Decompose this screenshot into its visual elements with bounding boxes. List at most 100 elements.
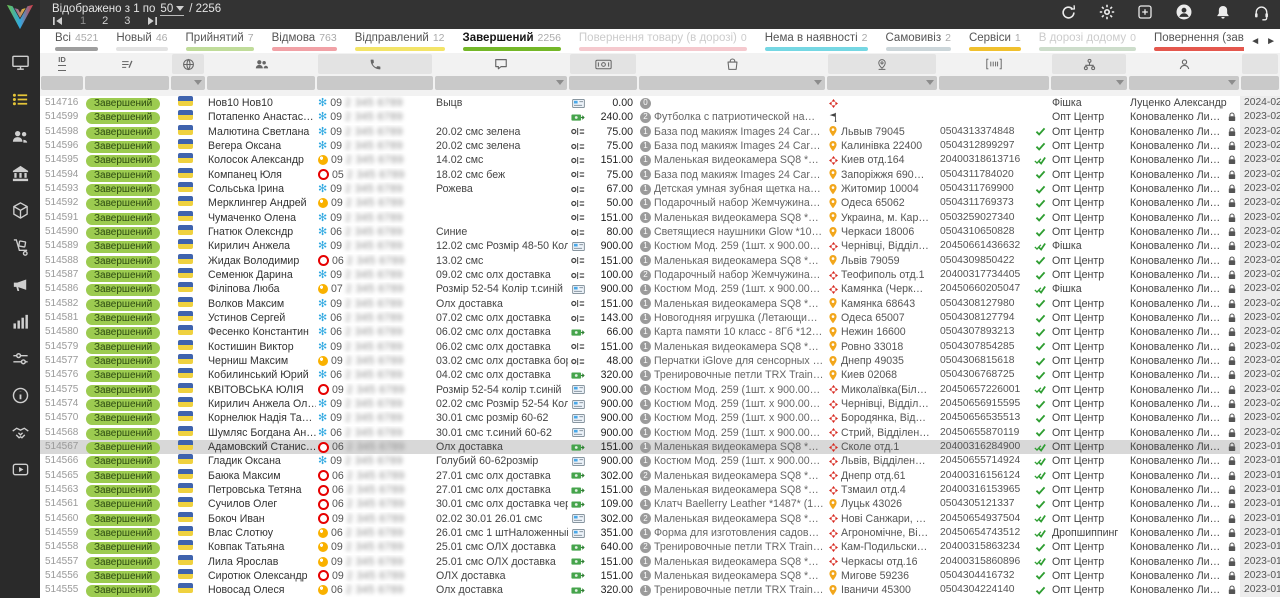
gear-icon[interactable] <box>1099 4 1115 20</box>
sidebar-item-partners-handshake-icon[interactable] <box>0 414 40 451</box>
table-row[interactable]: 514590ЗавершенийГнатюк Олексндр✻062 345 … <box>40 225 1280 239</box>
filter-dropdown-icon[interactable] <box>1228 80 1236 89</box>
table-row[interactable]: 514595ЗавершенийКолосок Александр092 345… <box>40 153 1280 167</box>
filter-input-shipping[interactable] <box>1051 76 1127 90</box>
table-row[interactable]: 514594ЗавершенийКомпанец Юля052 345 6789… <box>40 168 1280 182</box>
status-tab[interactable]: Відмова763 <box>263 29 346 53</box>
column-header-country[interactable] <box>172 54 204 74</box>
table-row[interactable]: 514563ЗавершенийПетровська Тетяна062 345… <box>40 483 1280 497</box>
table-row[interactable]: 514579ЗавершенийКостишин Виктор✻092 345 … <box>40 340 1280 354</box>
table-row[interactable]: 514570ЗавершенийКорнелюк Надія Та…✻092 3… <box>40 411 1280 425</box>
filter-input-phone[interactable] <box>317 76 433 90</box>
page-number[interactable]: 2 <box>102 15 108 27</box>
filter-input-product[interactable] <box>639 76 825 90</box>
filter-input-comment[interactable] <box>435 76 567 90</box>
column-header-status[interactable] <box>86 54 168 74</box>
profile-icon[interactable] <box>1175 3 1193 21</box>
column-header-comment[interactable] <box>436 54 566 74</box>
column-header-shipping[interactable] <box>1052 54 1126 74</box>
column-header-date[interactable] <box>1242 54 1278 74</box>
table-row[interactable]: 514574ЗавершенийКирилич Анжела Ол…✻092 3… <box>40 397 1280 411</box>
table-row[interactable]: 514581ЗавершенийУстинов Сергей✻062 345 6… <box>40 311 1280 325</box>
tab-scroll-left-icon[interactable]: ◄ <box>1250 36 1260 47</box>
table-row[interactable]: 514598ЗавершенийМалютина Светлана✻092 34… <box>40 125 1280 139</box>
page-number[interactable]: 3 <box>124 15 130 27</box>
table-row[interactable]: 514580ЗавершенийФесенко Константин✻062 3… <box>40 325 1280 339</box>
table-row[interactable]: 514589ЗавершенийКирилич Анжела✻092 345 6… <box>40 239 1280 253</box>
refresh-icon[interactable] <box>1060 4 1077 21</box>
filter-input-date[interactable] <box>1241 76 1279 90</box>
table-row[interactable]: 514582ЗавершенийВолков Максим✻092 345 67… <box>40 297 1280 311</box>
bell-icon[interactable] <box>1215 4 1231 21</box>
filter-dropdown-icon[interactable] <box>814 80 822 89</box>
last-page-button[interactable] <box>146 16 158 26</box>
table-row[interactable]: 514557ЗавершенийЛила Ярослав092 345 6789… <box>40 555 1280 569</box>
column-header-id[interactable]: ID <box>42 54 82 74</box>
status-tab[interactable]: В дорозі додому0 <box>1030 29 1145 53</box>
page-number[interactable]: 1 <box>80 15 86 27</box>
filter-input-city[interactable] <box>827 76 937 90</box>
status-tab[interactable]: Повернення товару (в дорозі)0 <box>570 29 756 53</box>
filter-input-id[interactable] <box>41 76 83 90</box>
headset-icon[interactable] <box>1253 4 1270 21</box>
column-header-payment-price[interactable] <box>570 54 636 74</box>
filter-dropdown-icon[interactable] <box>194 80 202 89</box>
table-row[interactable]: 514568ЗавершенийШумляс Богдана Ан…✻062 3… <box>40 426 1280 440</box>
column-header-product[interactable] <box>640 54 824 74</box>
sidebar-item-clients-icon[interactable] <box>0 118 40 155</box>
status-tab[interactable]: Самовивіз2 <box>877 29 960 53</box>
sidebar-item-structure-icon[interactable] <box>0 155 40 192</box>
table-row[interactable]: 514556ЗавершенийСиротюк Олександр092 345… <box>40 569 1280 583</box>
status-tab[interactable]: Відправлений12 <box>346 29 454 53</box>
status-tab[interactable]: Завершений2256 <box>454 29 570 53</box>
table-row[interactable]: 514577ЗавершенийЧерниш Максим092 345 678… <box>40 354 1280 368</box>
sidebar-item-info-icon[interactable] <box>0 377 40 414</box>
filter-input-status[interactable] <box>85 76 169 90</box>
filter-input-ttn[interactable] <box>939 76 1049 90</box>
sidebar-item-statistics-chart-icon[interactable] <box>0 303 40 340</box>
table-row[interactable]: 514575ЗавершенийКВІТОВСЬКА ЮЛІЯ092 345 6… <box>40 383 1280 397</box>
sidebar-item-dashboard-monitor-icon[interactable] <box>0 44 40 81</box>
table-row[interactable]: 514555ЗавершенийНовосад Олеся062 345 678… <box>40 583 1280 597</box>
status-tab[interactable]: Прийнятий7 <box>177 29 263 53</box>
page-size-dropdown[interactable]: 50 <box>160 2 184 16</box>
sidebar-item-products-box-icon[interactable] <box>0 192 40 229</box>
status-tab[interactable]: Нема в наявності2 <box>756 29 877 53</box>
column-header-city[interactable] <box>828 54 936 74</box>
sidebar-item-settings-sliders-icon[interactable] <box>0 340 40 377</box>
column-header-manager[interactable] <box>1130 54 1238 74</box>
tab-scroll-right-icon[interactable]: ► <box>1266 36 1276 47</box>
table-row[interactable]: 514559ЗавершенийВлас Слотюу062 345 67892… <box>40 526 1280 540</box>
table-row[interactable]: 514596ЗавершенийВегера Оксана✻092 345 67… <box>40 139 1280 153</box>
table-row[interactable]: 514567ЗавершенийАдамовский Станис…062 34… <box>40 440 1280 454</box>
table-row[interactable]: 514592ЗавершенийМерклингер Андрей092 345… <box>40 196 1280 210</box>
add-window-icon[interactable] <box>1137 4 1153 20</box>
sidebar-item-video-guide-icon[interactable] <box>0 451 40 488</box>
table-row[interactable]: 514565ЗавершенийБаюка Максим062 345 6789… <box>40 469 1280 483</box>
status-tab[interactable]: Всі4521 <box>46 29 107 53</box>
sidebar-item-marketing-megaphone-icon[interactable] <box>0 266 40 303</box>
sidebar-item-shipping-trolley-icon[interactable] <box>0 229 40 266</box>
table-row[interactable]: 514576ЗавершенийКобилинський Юрий✻062 34… <box>40 368 1280 382</box>
filter-input-client[interactable] <box>207 76 315 90</box>
table-row[interactable]: 514560ЗавершенийБокоч Иван092 345 678902… <box>40 512 1280 526</box>
table-row[interactable]: 514593ЗавершенийСольська Ірина✻092 345 6… <box>40 182 1280 196</box>
table-row[interactable]: 514588ЗавершенийЖидак Володимир062 345 6… <box>40 254 1280 268</box>
first-page-button[interactable] <box>52 16 64 26</box>
filter-input-payment-price[interactable] <box>569 76 637 90</box>
table-row[interactable]: 514599ЗавершенийПотапенко Анастас…✻092 3… <box>40 110 1280 124</box>
status-tab[interactable]: Сервіси1 <box>960 29 1030 53</box>
table-row[interactable]: 514716ЗавершенийНов10 Нов10✻092 345 6789… <box>40 96 1280 110</box>
filter-input-country[interactable] <box>171 76 205 90</box>
table-row[interactable]: 514558ЗавершенийКовпак Татьяна092 345 67… <box>40 540 1280 554</box>
filter-input-manager[interactable] <box>1129 76 1239 90</box>
column-header-client[interactable] <box>208 54 314 74</box>
status-tab[interactable]: Новый46 <box>107 29 176 53</box>
table-row[interactable]: 514561ЗавершенийСучилов Олег062 345 6789… <box>40 497 1280 511</box>
filter-dropdown-icon[interactable] <box>556 80 564 89</box>
table-row[interactable]: 514586ЗавершенийФіліпова Люба072 345 678… <box>40 282 1280 296</box>
filter-dropdown-icon[interactable] <box>926 80 934 89</box>
table-row[interactable]: 514591ЗавершенийЧумаченко Олена✻092 345 … <box>40 211 1280 225</box>
sidebar-item-orders-list-icon[interactable] <box>0 81 40 118</box>
column-header-ttn[interactable] <box>940 54 1048 74</box>
